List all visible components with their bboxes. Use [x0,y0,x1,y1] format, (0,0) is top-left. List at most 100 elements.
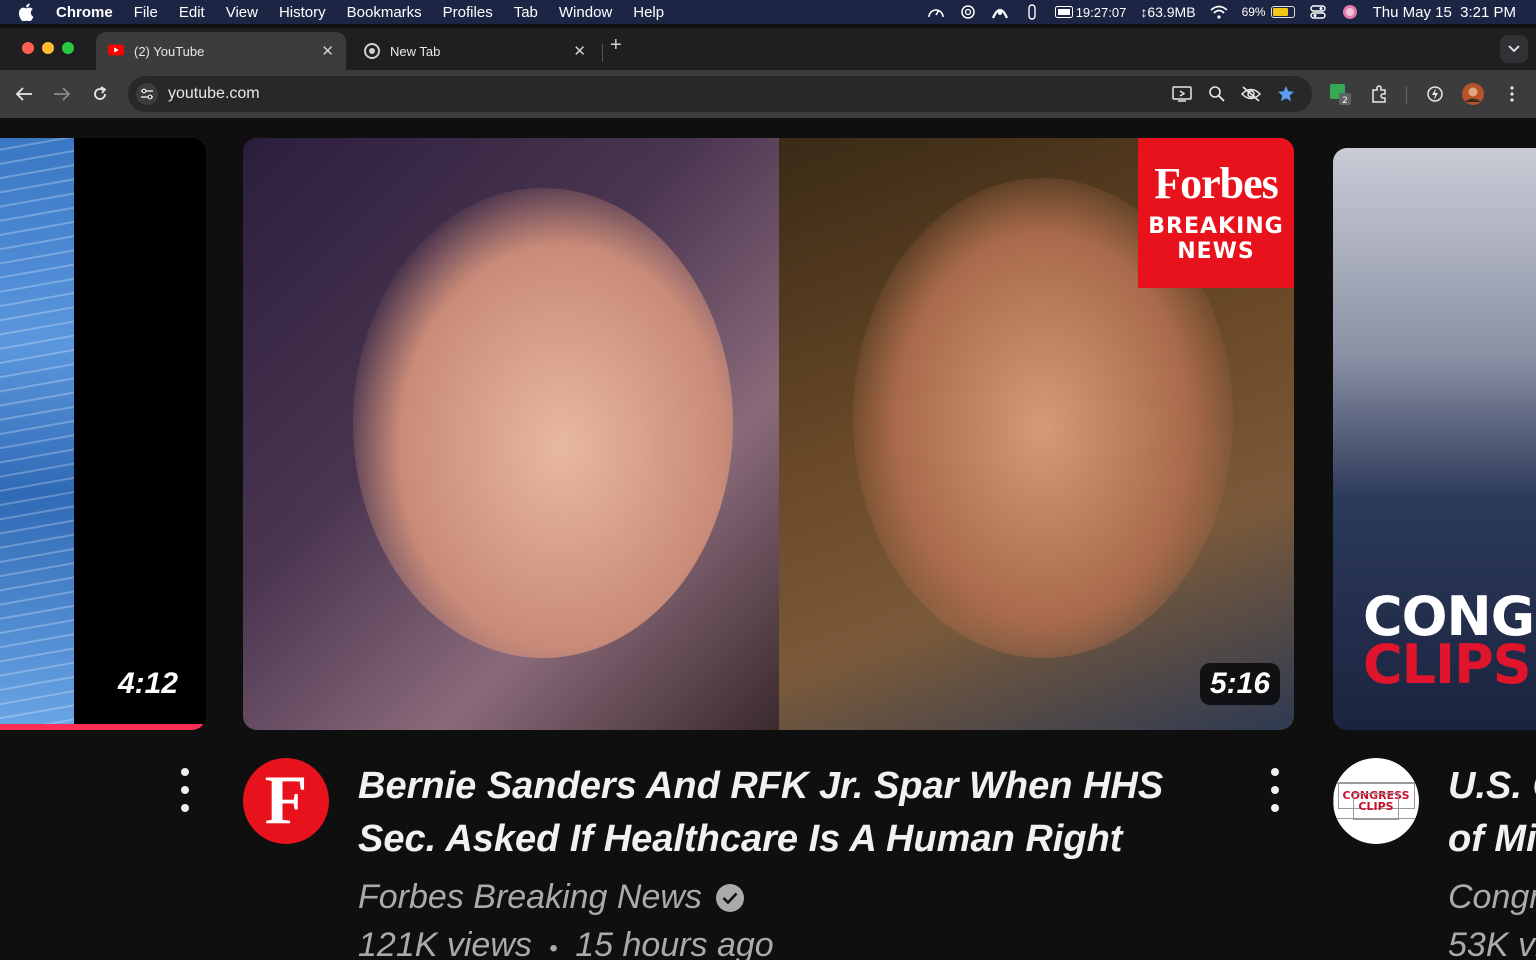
avatar-letter: F [264,762,308,839]
menu-window[interactable]: Window [559,4,612,21]
menu-history[interactable]: History [279,4,326,21]
duration-badge: 5:16 [1200,663,1281,705]
battery-fill [1272,8,1288,16]
macos-menu-bar: Chrome File Edit View History Bookmarks … [0,0,1536,24]
chrome-icon [364,43,380,59]
timer-status[interactable]: 19:27:07 [1054,4,1127,20]
fullscreen-window-button[interactable] [62,42,74,54]
video-thumbnail-right[interactable]: CONGR CLIPS [1333,148,1536,730]
cast-icon[interactable] [1172,84,1192,104]
channel-avatar-congress-clips[interactable]: CONGRESS CLIPS [1333,758,1419,844]
view-count: 121K views [358,926,532,960]
view-count-right: 53K vi [1448,926,1536,960]
congress-clips-watermark: CONGR CLIPS [1363,590,1536,696]
badge-line-1: BREAKING [1148,213,1284,239]
avatar-logo-line-2: CLIPS [1353,793,1399,820]
title-line-1: U.S. C [1448,765,1536,807]
extensions-badge: 2 [1342,96,1348,105]
menu-file[interactable]: File [134,4,158,21]
new-tab-button[interactable]: + [610,34,622,57]
chevron-down-icon [1508,45,1520,53]
speedometer-icon[interactable] [927,4,945,20]
address-bar[interactable]: youtube.com [128,76,1312,112]
meta-separator: • [549,935,558,960]
menu-edit[interactable]: Edit [179,4,205,21]
bookmark-star-icon[interactable] [1276,84,1296,104]
close-window-button[interactable] [22,42,34,54]
tab-divider [602,44,603,62]
battery-icon [1270,6,1295,18]
tab-youtube[interactable]: (2) YouTube ✕ [96,32,346,70]
siri-icon[interactable] [1341,4,1359,20]
tab-search-button[interactable] [1500,35,1528,63]
timer-text: 19:27:07 [1075,4,1127,20]
forbes-logo: Forbes [1154,158,1279,208]
extensions-puzzle-icon[interactable] [1367,82,1391,106]
watch-progress-bar [0,724,206,730]
menubar-status-area: 19:27:07 ↕63.9MB 69% Thu May 15 3:21 PM [927,0,1516,24]
more-options-button-main[interactable] [1268,768,1282,812]
browser-toolbar: youtube.com 2 [0,70,1536,118]
eye-slash-icon[interactable] [1241,84,1261,104]
performance-icon[interactable] [1423,82,1447,106]
tab-strip: (2) YouTube ✕ New Tab ✕ + [0,28,1536,70]
clock[interactable]: Thu May 15 3:21 PM [1373,4,1516,21]
upload-age: 15 hours ago [575,926,774,960]
more-options-button-left[interactable] [178,768,192,812]
zoom-icon[interactable] [1207,84,1227,104]
channel-name-row: Forbes Breaking News [358,878,744,917]
video-metadata: 121K views • 15 hours ago [358,926,774,960]
forward-button[interactable] [50,82,74,106]
badge-line-2: NEWS [1177,239,1255,264]
openai-icon[interactable] [959,4,977,20]
channel-name[interactable]: Forbes Breaking News [358,878,702,917]
menu-app-chrome[interactable]: Chrome [56,4,113,21]
paperclip-icon[interactable] [1023,4,1041,20]
menu-tab[interactable]: Tab [514,4,538,21]
site-settings-icon[interactable] [136,83,158,105]
tab-manager-extension-icon[interactable]: 2 [1328,82,1352,106]
battery-status[interactable]: 69% [1242,5,1295,19]
menu-help[interactable]: Help [633,4,664,21]
menu-profiles[interactable]: Profiles [443,4,493,21]
video-title-right[interactable]: U.S. C of Mi [1448,760,1536,866]
duration-badge: 4:12 [108,663,189,705]
tab-title: New Tab [390,43,441,59]
channel-avatar-forbes[interactable]: F [243,758,329,844]
arc-icon[interactable] [991,4,1009,20]
title-line-2: of Mi [1448,818,1536,860]
youtube-icon [108,43,124,59]
profile-avatar-icon[interactable] [1461,82,1485,106]
battery-percent: 69% [1241,5,1266,19]
close-tab-icon[interactable]: ✕ [321,42,334,60]
arrow-left-icon [15,87,32,101]
reload-button[interactable] [88,82,112,106]
verified-check-icon [715,883,744,912]
menu-kebab-icon[interactable] [1500,82,1524,106]
tab-new-tab[interactable]: New Tab ✕ [352,32,598,70]
apple-menu-icon[interactable] [18,3,40,22]
channel-name-right[interactable]: Congr [1448,878,1536,917]
portrait-left [353,188,733,658]
minimize-window-button[interactable] [42,42,54,54]
forbes-breaking-news-badge: Forbes BREAKING NEWS [1138,138,1294,288]
control-center-icon[interactable] [1309,4,1327,20]
memory-status[interactable]: ↕63.9MB [1140,4,1195,20]
video-title[interactable]: Bernie Sanders And RFK Jr. Spar When HHS… [358,760,1218,866]
timer-icon [1054,6,1073,18]
thumbnail-image [0,138,74,730]
close-tab-icon[interactable]: ✕ [573,42,586,60]
watermark-line-2: CLIPS [1363,632,1532,696]
video-thumbnail-main[interactable]: Forbes BREAKING NEWS 5:16 [243,138,1294,730]
url-text[interactable]: youtube.com [168,85,260,103]
tab-title: (2) YouTube [134,43,205,59]
youtube-page: 4:12 Forbes BREAKING NEWS 5:16 F Bernie … [0,118,1536,960]
toolbar-divider [1406,86,1407,104]
back-button[interactable] [12,82,36,106]
menu-bookmarks[interactable]: Bookmarks [347,4,422,21]
menu-view[interactable]: View [226,4,258,21]
wifi-icon[interactable] [1209,4,1228,20]
video-thumbnail-left[interactable]: 4:12 [0,138,206,730]
arrow-right-icon [54,87,71,101]
reload-icon [94,86,107,100]
